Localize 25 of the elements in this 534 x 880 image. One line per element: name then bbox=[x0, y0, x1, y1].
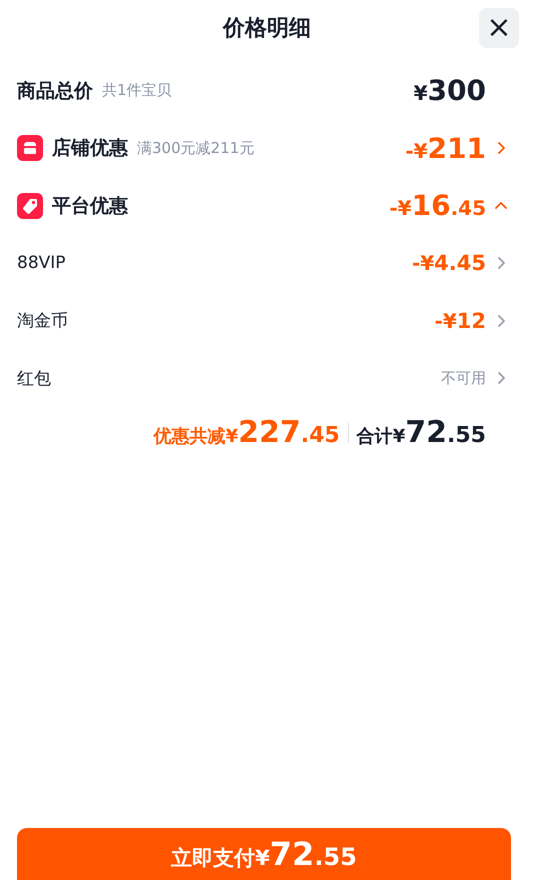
chevron-right-icon[interactable] bbox=[496, 256, 506, 270]
row-note: 共1件宝贝 bbox=[102, 81, 172, 100]
store-icon bbox=[17, 135, 43, 162]
row-label: 平台优惠 bbox=[52, 194, 128, 219]
amount-value: -¥211 bbox=[405, 132, 486, 165]
row-note: 满300元减211元 bbox=[137, 138, 254, 158]
order-total: 合计¥72.55 bbox=[356, 415, 486, 450]
amount-value: ¥300 bbox=[414, 74, 486, 108]
row-label: 淘金币 bbox=[17, 310, 68, 332]
discount-total: 优惠共减¥227.45 bbox=[154, 415, 340, 450]
chevron-up-icon[interactable] bbox=[494, 200, 508, 212]
amount-value: -¥12 bbox=[434, 308, 486, 333]
tag-icon bbox=[17, 192, 43, 219]
amount-value: -¥4.45 bbox=[412, 251, 486, 276]
chevron-right-icon[interactable] bbox=[496, 371, 506, 386]
amount-value: -¥16.45 bbox=[389, 189, 486, 222]
close-button[interactable]: × bbox=[479, 8, 519, 48]
status-text: 不可用 bbox=[441, 368, 486, 388]
chevron-right-icon[interactable] bbox=[496, 314, 506, 328]
chevron-right-icon[interactable] bbox=[496, 141, 506, 156]
row-label: 商品总价 bbox=[17, 78, 93, 104]
row-label: 红包 bbox=[17, 368, 51, 390]
row-label: 88VIP bbox=[17, 253, 66, 274]
row-label: 店铺优惠 bbox=[52, 136, 128, 162]
dialog-title: 价格明细 bbox=[223, 15, 311, 43]
